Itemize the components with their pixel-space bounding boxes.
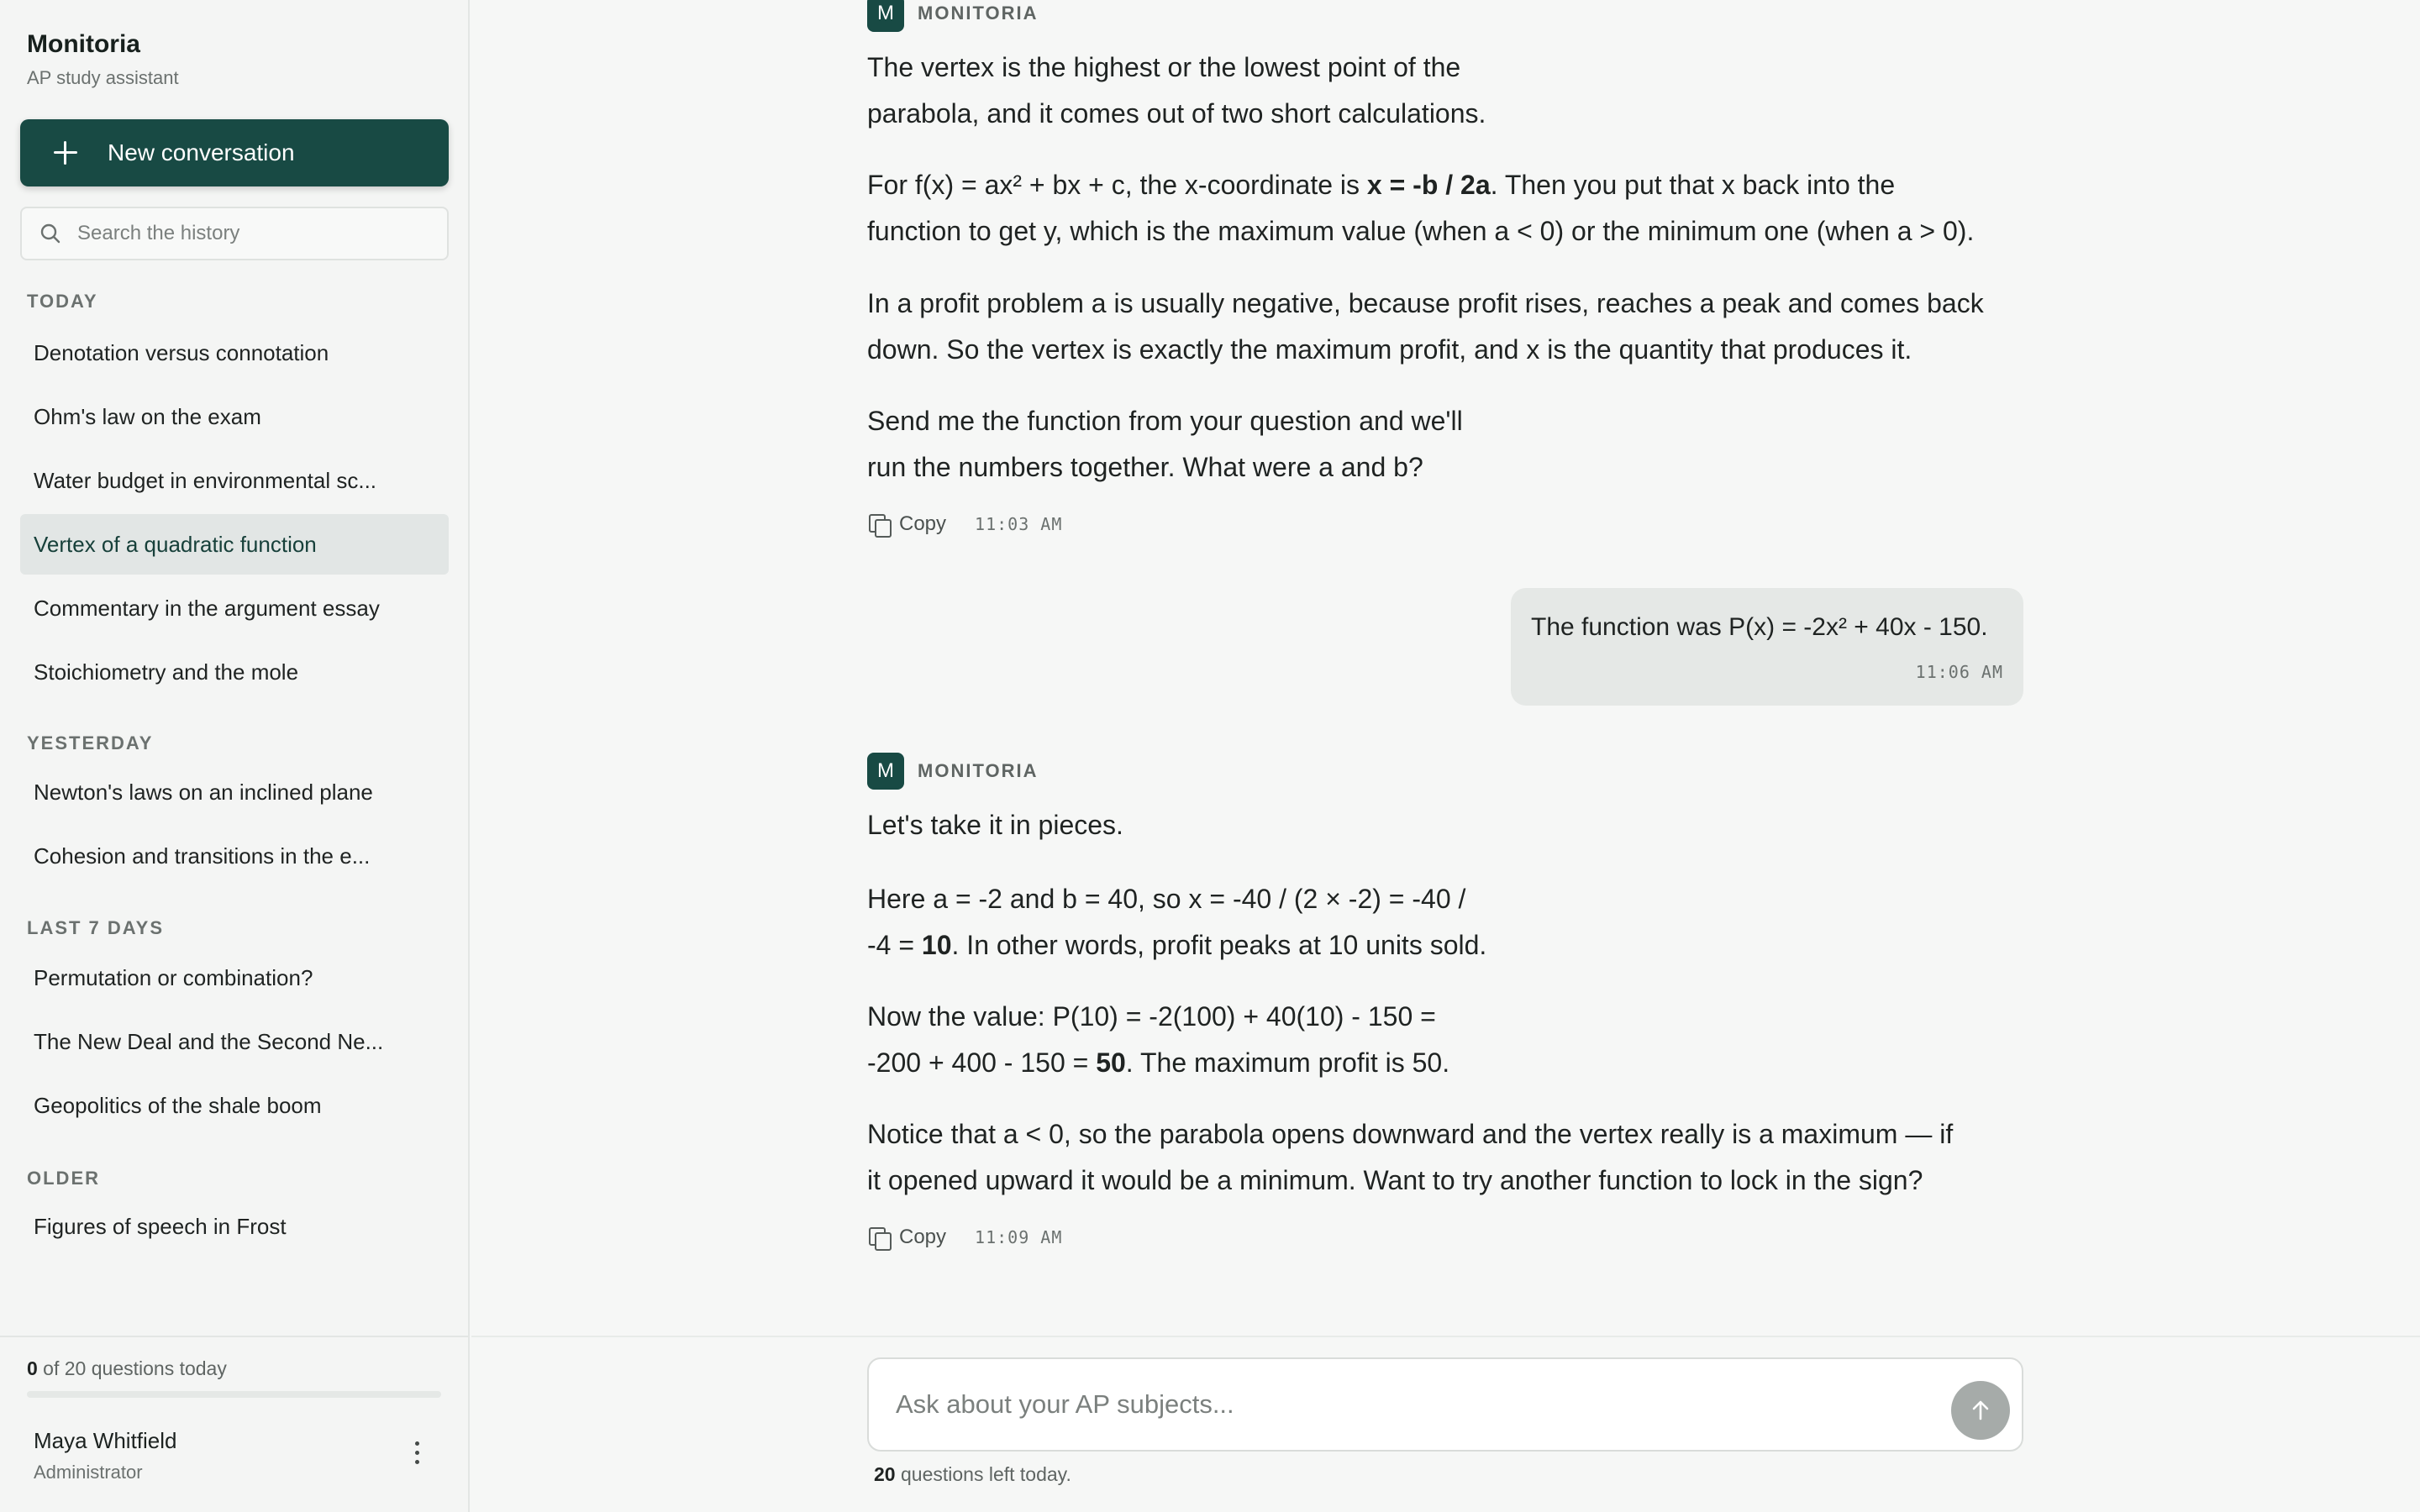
user-message-bubble: The function was P(x) = -2x² + 40x - 150… [1511,588,2023,706]
copy-label: Copy [899,512,947,535]
new-conversation-button[interactable]: New conversation [20,119,449,186]
message-paragraph: Now the value: P(10) = -2(100) + 40(10) … [867,1001,1450,1078]
message-timestamp: 11:03 AM [975,514,1063,534]
copy-button[interactable]: Copy [867,1226,947,1251]
composer-divider [471,1336,2420,1337]
assistant-header: M MONITORIA [867,753,1038,790]
plus-icon [54,141,77,165]
history-item[interactable]: Newton's laws on an inclined plane [20,762,449,822]
quota-text: 0 of 20 questions today [27,1357,227,1380]
message-paragraph: Notice that a < 0, so the parabola opens… [867,1119,1954,1195]
section-yesterday: YESTERDAY [27,732,154,753]
brand: Monitoria AP study assistant [27,30,179,89]
sidebar-footer: 0 of 20 questions today Maya Whitfield A… [0,1336,468,1512]
history-item[interactable]: Ohm's law on the exam [20,386,449,447]
assistant-name: MONITORIA [918,760,1039,781]
remaining-questions: 20 questions left today. [874,1463,1071,1486]
remaining-count: 20 [874,1463,896,1485]
history-search [20,207,449,260]
history-item-active[interactable]: Vertex of a quadratic function [20,514,449,575]
history-item[interactable]: Stoichiometry and the mole [20,642,449,702]
message-input[interactable] [896,1389,1887,1420]
assistant-header: M MONITORIA [867,0,1038,32]
user-name: Maya Whitfield [34,1428,177,1453]
copy-label: Copy [899,1226,947,1248]
search-input[interactable] [77,222,430,245]
search-icon [40,223,60,244]
copy-icon [867,1226,892,1251]
sidebar: Monitoria AP study assistant New convers… [0,0,470,1512]
history-item[interactable]: The New Deal and the Second Ne... [20,1011,449,1072]
send-button[interactable] [1951,1381,2010,1440]
message-paragraph: The vertex is the highest or the lowest … [867,52,1486,129]
history-item[interactable]: Geopolitics of the shale boom [20,1075,449,1136]
message-timestamp: 11:09 AM [975,1227,1063,1247]
user-role: Administrator [34,1462,143,1483]
assistant-name: MONITORIA [918,3,1039,24]
quota-label: of 20 questions today [37,1357,227,1379]
assistant-avatar: M [867,0,904,32]
message-paragraph: Send me the function from your question … [867,406,1463,482]
copy-icon [867,512,892,538]
message-actions: Copy 11:03 AM [867,512,1063,538]
message-paragraph: For f(x) = ax² + bx + c, the x-coordinat… [867,170,1975,246]
section-today: TODAY [27,291,98,312]
section-last-7-days: LAST 7 DAYS [27,917,165,938]
history-item[interactable]: Figures of speech in Frost [20,1196,449,1257]
history-item[interactable]: Denotation versus connotation [20,323,449,383]
kebab-menu-icon[interactable] [407,1438,427,1468]
history-item[interactable]: Water budget in environmental sc... [20,450,449,511]
app-subtitle: AP study assistant [27,67,179,88]
quota-progress-bar [27,1391,441,1398]
history-item[interactable]: Cohesion and transitions in the e... [20,826,449,886]
message-paragraph: Here a = -2 and b = 40, so x = -40 / (2 … [867,884,1487,960]
assistant-avatar: M [867,753,904,790]
remaining-label: questions left today. [895,1463,1071,1485]
app-name: Monitoria [27,30,140,58]
section-older: OLDER [27,1168,100,1189]
new-conversation-label: New conversation [108,139,295,165]
message-actions: Copy 11:09 AM [867,1226,1063,1251]
history-item[interactable]: Commentary in the argument essay [20,578,449,638]
history-item[interactable]: Permutation or combination? [20,948,449,1008]
message-paragraph: In a profit problem a is usually negativ… [867,288,1984,365]
quota-used: 0 [27,1357,38,1379]
message-timestamp: 11:06 AM [1915,662,2003,682]
message-paragraph: Let's take it in pieces. [867,810,1123,840]
arrow-up-icon [1972,1400,1989,1420]
user-message-text: The function was P(x) = -2x² + 40x - 150… [1531,613,1988,641]
copy-button[interactable]: Copy [867,512,947,538]
composer [867,1357,2023,1452]
